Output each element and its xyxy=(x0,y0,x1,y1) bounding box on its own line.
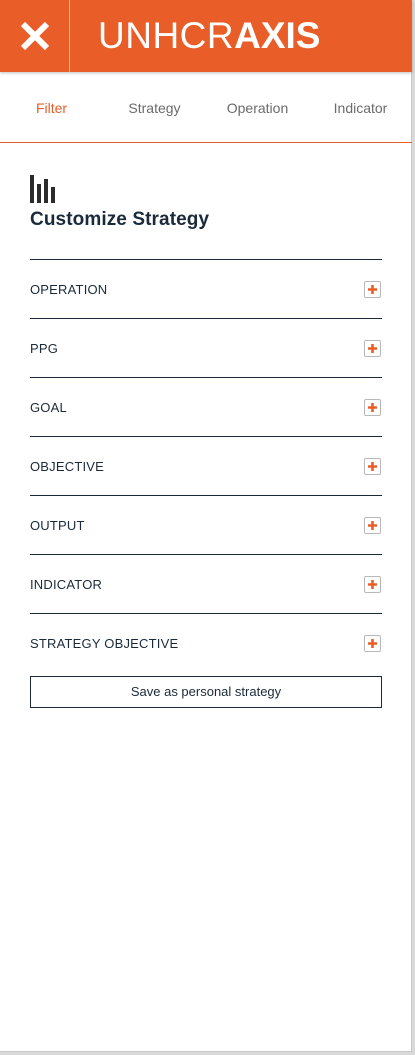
plus-icon[interactable] xyxy=(364,457,381,475)
brand-light-text: UNHCR xyxy=(98,15,235,56)
tab-indicator[interactable]: Indicator xyxy=(309,100,412,116)
section-strategy-objective[interactable]: STRATEGY OBJECTIVE xyxy=(30,613,382,672)
plus-icon[interactable] xyxy=(364,575,381,593)
plus-icon[interactable] xyxy=(364,339,381,357)
section-operation[interactable]: OPERATION xyxy=(30,259,382,318)
section-goal[interactable]: GOAL xyxy=(30,377,382,436)
tab-strategy[interactable]: Strategy xyxy=(103,100,206,116)
section-label: GOAL xyxy=(30,399,67,415)
close-icon xyxy=(20,21,49,51)
strategy-panel: UNHCR AXIS Filter Strategy Operation Indi… xyxy=(0,0,412,1052)
filter-sections: OPERATION PPG GOAL OBJECTIVE OUTPUT INDI… xyxy=(30,259,382,672)
top-bar: UNHCR AXIS xyxy=(0,0,412,72)
page-title: Customize Strategy xyxy=(30,209,210,230)
section-label: OUTPUT xyxy=(30,517,85,533)
section-ppg[interactable]: PPG xyxy=(30,318,382,377)
tab-bar: Filter Strategy Operation Indicator xyxy=(0,74,412,143)
section-label: OPERATION xyxy=(30,281,108,297)
section-label: INDICATOR xyxy=(30,576,103,592)
save-personal-strategy-button[interactable]: Save as personal strategy xyxy=(30,676,382,708)
brand-logo: UNHCR AXIS xyxy=(70,0,412,72)
brand-bold-text: AXIS xyxy=(234,15,321,56)
plus-icon[interactable] xyxy=(364,516,381,534)
section-objective[interactable]: OBJECTIVE xyxy=(30,436,382,495)
plus-icon[interactable] xyxy=(364,280,381,298)
section-indicator[interactable]: INDICATOR xyxy=(30,554,382,613)
section-output[interactable]: OUTPUT xyxy=(30,495,382,554)
section-label: PPG xyxy=(30,340,59,356)
bar-chart-icon xyxy=(30,175,55,203)
plus-icon[interactable] xyxy=(364,634,381,652)
section-label: STRATEGY OBJECTIVE xyxy=(30,635,179,651)
customize-strategy-content: Customize Strategy OPERATION PPG GOAL OB… xyxy=(30,175,382,708)
tab-filter[interactable]: Filter xyxy=(0,100,103,116)
plus-icon[interactable] xyxy=(364,398,381,416)
section-label: OBJECTIVE xyxy=(30,458,105,474)
close-button[interactable] xyxy=(0,0,70,72)
tab-operation[interactable]: Operation xyxy=(206,100,309,116)
